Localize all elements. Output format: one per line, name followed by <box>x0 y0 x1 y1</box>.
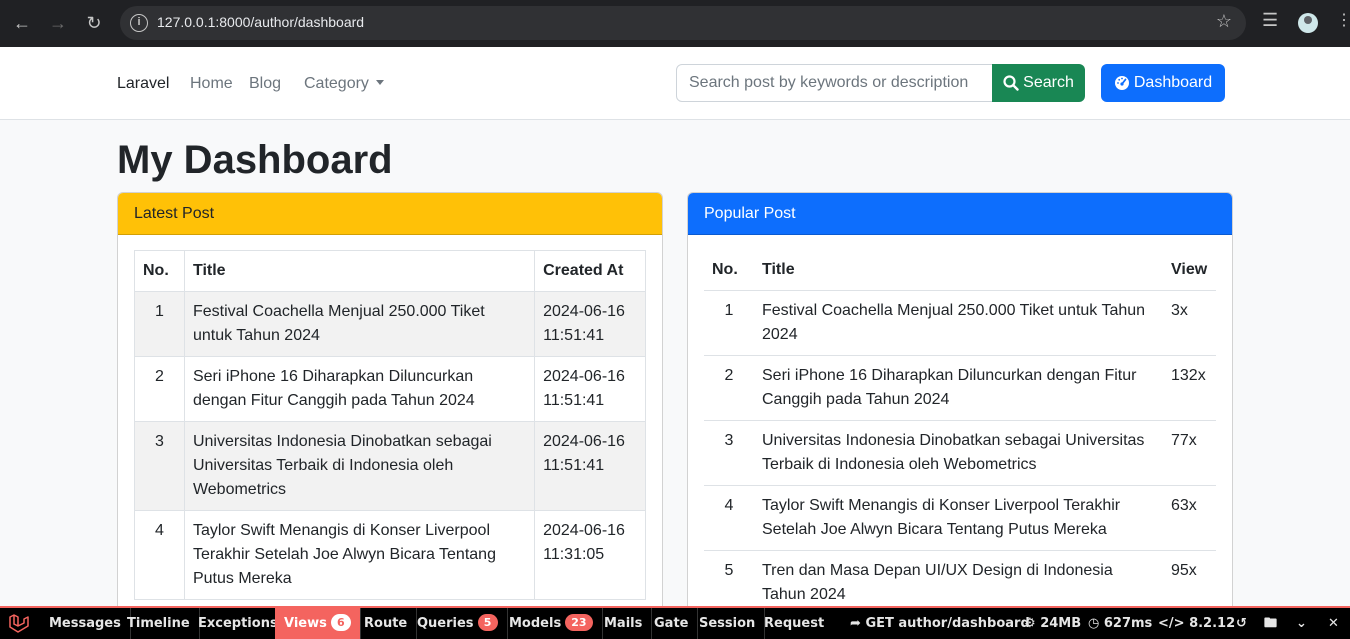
table-header-row: No. Title View <box>704 250 1216 291</box>
speedometer-icon <box>1114 76 1129 90</box>
table-row[interactable]: 3 Universitas Indonesia Dinobatkan sebag… <box>134 421 646 511</box>
row-title: Seri iPhone 16 Diharapkan Diluncurkan de… <box>183 356 536 422</box>
column-header-no: No. <box>704 250 754 291</box>
row-number: 4 <box>134 510 185 600</box>
folder-icon[interactable]: 🖿 <box>1264 608 1277 639</box>
reading-list-icon[interactable]: ☰ <box>1262 10 1278 31</box>
nav-link-blog[interactable]: Blog <box>249 75 281 93</box>
browser-menu-icon[interactable]: ⋮ <box>1336 10 1350 30</box>
search-input[interactable] <box>676 64 994 102</box>
row-title: Seri iPhone 16 Diharapkan Diluncurkan de… <box>754 355 1163 421</box>
bookmark-star-icon[interactable]: ☆ <box>1216 11 1232 32</box>
close-icon[interactable]: ✕ <box>1328 608 1339 639</box>
reload-icon[interactable]: ↻ <box>82 11 106 35</box>
models-count-badge: 23 <box>565 614 593 631</box>
row-title: Taylor Swift Menangis di Konser Liverpoo… <box>754 485 1163 551</box>
page-title: My Dashboard <box>117 138 393 182</box>
table-row[interactable]: 1 Festival Coachella Menjual 250.000 Tik… <box>134 291 646 357</box>
category-label: Category <box>304 75 369 92</box>
forward-arrow-icon[interactable]: → <box>46 11 70 35</box>
row-number: 2 <box>704 355 754 421</box>
table-row[interactable]: 1 Festival Coachella Menjual 250.000 Tik… <box>704 290 1216 356</box>
dashboard-button-label: Dashboard <box>1133 74 1213 91</box>
column-header-view: View <box>1163 250 1216 291</box>
table-row[interactable]: 2 Seri iPhone 16 Diharapkan Diluncurkan … <box>704 355 1216 421</box>
row-title: Festival Coachella Menjual 250.000 Tiket… <box>754 290 1163 356</box>
debugbar-request-route[interactable]: ➦ GET author/dashboard <box>850 608 1030 639</box>
debugbar-memory[interactable]: ⚙ 24MB <box>1024 608 1081 639</box>
code-icon: </> <box>1158 616 1185 631</box>
debugbar: Messages Timeline Exceptions Views 6 Rout… <box>0 606 1350 639</box>
row-title: Universitas Indonesia Dinobatkan sebagai… <box>754 420 1163 486</box>
debugbar-tab-queries[interactable]: Queries 5 <box>408 608 508 639</box>
search-icon <box>1003 75 1019 91</box>
row-number: 2 <box>134 356 185 422</box>
column-header-title: Title <box>754 250 1163 291</box>
debugbar-time[interactable]: ◷ 627ms <box>1088 608 1152 639</box>
navbar-brand[interactable]: Laravel <box>117 75 169 93</box>
queries-count-badge: 5 <box>477 614 498 631</box>
debugbar-tab-timeline[interactable]: Timeline <box>118 608 200 639</box>
row-view-count: 3x <box>1163 290 1216 356</box>
address-url[interactable]: 127.0.0.1:8000/author/dashboard <box>157 14 364 30</box>
row-created-at: 2024-06-16 11:31:05 <box>534 510 646 600</box>
dashboard-button[interactable]: Dashboard <box>1101 64 1225 102</box>
table-row[interactable]: 2 Seri iPhone 16 Diharapkan Diluncurkan … <box>134 356 646 422</box>
row-created-at: 2024-06-16 11:51:41 <box>534 421 646 511</box>
row-created-at: 2024-06-16 11:51:41 <box>534 356 646 422</box>
latest-post-card: Latest Post No. Title Created At 1 Festi… <box>117 192 663 622</box>
table-row[interactable]: 4 Taylor Swift Menangis di Konser Liverp… <box>134 510 646 600</box>
popular-post-header: Popular Post <box>688 193 1232 235</box>
history-icon[interactable]: ↺ <box>1236 608 1247 639</box>
address-bar[interactable]: i 127.0.0.1:8000/author/dashboard ☆ <box>120 6 1246 40</box>
gears-icon: ⚙ <box>1024 616 1036 631</box>
laravel-logo-icon[interactable] <box>8 614 32 634</box>
debugbar-tab-exceptions[interactable]: Exceptions <box>189 608 288 639</box>
browser-toolbar: ← → ↻ i 127.0.0.1:8000/author/dashboard … <box>0 0 1350 47</box>
share-arrow-icon: ➦ <box>850 616 861 631</box>
table-row[interactable]: 4 Taylor Swift Menangis di Konser Liverp… <box>704 485 1216 551</box>
debugbar-tab-request[interactable]: Request <box>755 608 833 639</box>
views-count-badge: 6 <box>330 614 351 631</box>
row-view-count: 132x <box>1163 355 1216 421</box>
row-view-count: 77x <box>1163 420 1216 486</box>
back-arrow-icon[interactable]: ← <box>10 11 34 35</box>
clock-icon: ◷ <box>1088 616 1100 631</box>
search-button[interactable]: Search <box>992 64 1085 102</box>
row-created-at: 2024-06-16 11:51:41 <box>534 291 646 357</box>
column-header-title: Title <box>183 250 536 292</box>
site-navbar: Laravel Home Blog Category Search Dashbo… <box>0 47 1350 120</box>
debugbar-tab-models[interactable]: Models 23 <box>500 608 603 639</box>
row-title: Taylor Swift Menangis di Konser Liverpoo… <box>183 510 536 600</box>
row-number: 1 <box>704 290 754 356</box>
profile-avatar[interactable] <box>1298 13 1318 33</box>
nav-link-home[interactable]: Home <box>190 75 233 93</box>
chevron-down-icon[interactable]: ⌄ <box>1296 608 1307 639</box>
column-header-created-at: Created At <box>534 250 646 292</box>
debugbar-php-version[interactable]: </> 8.2.12 <box>1158 608 1235 639</box>
row-title: Universitas Indonesia Dinobatkan sebagai… <box>183 421 536 511</box>
site-info-icon[interactable]: i <box>130 14 148 32</box>
debugbar-tab-views[interactable]: Views 6 <box>275 608 361 639</box>
row-view-count: 63x <box>1163 485 1216 551</box>
row-number: 4 <box>704 485 754 551</box>
popular-post-card: Popular Post No. Title View 1 Festival C… <box>687 192 1233 622</box>
row-number: 3 <box>134 421 185 511</box>
debugbar-tab-mails[interactable]: Mails <box>595 608 653 639</box>
latest-post-header: Latest Post <box>118 193 662 235</box>
search-button-label: Search <box>1023 74 1074 91</box>
table-row[interactable]: 3 Universitas Indonesia Dinobatkan sebag… <box>704 420 1216 486</box>
caret-down-icon <box>375 80 384 85</box>
column-header-no: No. <box>134 250 185 292</box>
row-number: 1 <box>134 291 185 357</box>
row-number: 3 <box>704 420 754 486</box>
nav-dropdown-category[interactable]: Category <box>304 75 384 93</box>
popular-post-table: No. Title View 1 Festival Coachella Menj… <box>704 250 1216 616</box>
row-title: Festival Coachella Menjual 250.000 Tiket… <box>183 291 536 357</box>
table-header-row: No. Title Created At <box>134 250 646 292</box>
latest-post-table: No. Title Created At 1 Festival Coachell… <box>134 250 646 600</box>
